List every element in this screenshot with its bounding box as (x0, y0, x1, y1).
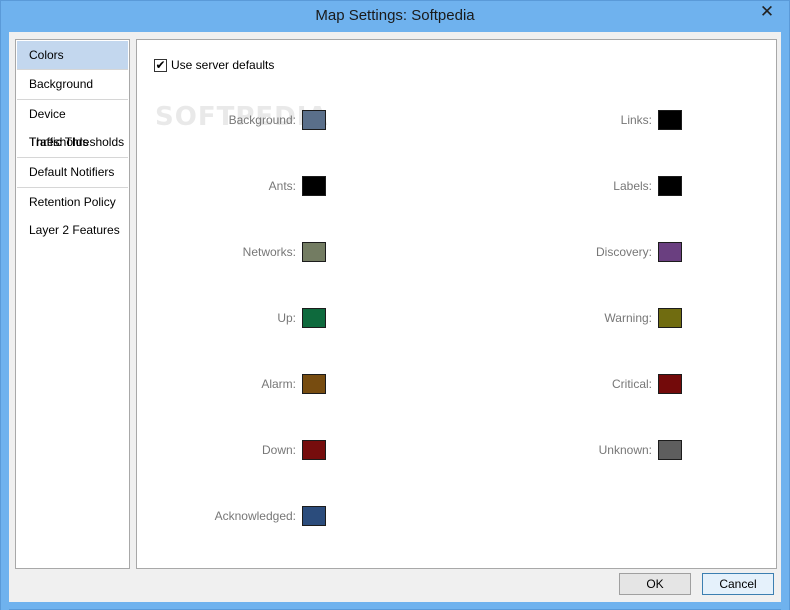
links-color-swatch[interactable] (658, 110, 682, 130)
sidebar-item-layer-2-features[interactable]: Layer 2 Features (17, 216, 128, 244)
close-icon[interactable]: ✕ (751, 1, 783, 23)
color-row-links: Links: (621, 110, 682, 130)
background-color-swatch[interactable] (302, 110, 326, 130)
networks-color-swatch[interactable] (302, 242, 326, 262)
color-label: Up: (277, 311, 296, 325)
window-title: Map Settings: Softpedia (315, 7, 475, 24)
sidebar-item-colors[interactable]: Colors (17, 41, 128, 69)
color-row-critical: Critical: (612, 374, 682, 394)
down-color-swatch[interactable] (302, 440, 326, 460)
sidebar-item-device-thresholds[interactable]: Device Thresholds (17, 100, 128, 149)
discovery-color-swatch[interactable] (658, 242, 682, 262)
checkbox-check-icon[interactable]: ✔ (154, 58, 167, 72)
settings-sidebar: Colors Background Device Thresholds Traf… (15, 39, 130, 569)
color-row-unknown: Unknown: (599, 440, 682, 460)
window-frame-bottom (1, 601, 789, 609)
ants-color-swatch[interactable] (302, 176, 326, 196)
color-label: Labels: (613, 179, 652, 193)
acknowledged-color-swatch[interactable] (302, 506, 326, 526)
warning-color-swatch[interactable] (658, 308, 682, 328)
color-row-networks: Networks: (243, 242, 326, 262)
sidebar-item-traffic-thresholds[interactable]: Traffic Thresholds (17, 128, 128, 156)
alarm-color-swatch[interactable] (302, 374, 326, 394)
window-frame-left (1, 32, 9, 610)
colors-panel: ✔ Use server defaults SOFTPEDIA Backgrou… (136, 39, 777, 569)
sidebar-item-retention-policy[interactable]: Retention Policy (17, 188, 128, 216)
dialog-body: Colors Background Device Thresholds Traf… (9, 32, 781, 602)
map-settings-window: Map Settings: Softpedia ✕ Colors Backgro… (0, 0, 790, 610)
title-bar[interactable]: Map Settings: Softpedia ✕ (1, 1, 789, 32)
color-label: Unknown: (598, 443, 652, 457)
sidebar-item-default-notifiers[interactable]: Default Notifiers (17, 158, 128, 186)
color-row-warning: Warning: (604, 308, 682, 328)
color-label: Discovery: (595, 245, 652, 259)
color-row-down: Down: (262, 440, 326, 460)
labels-color-swatch[interactable] (658, 176, 682, 196)
color-label: Warning: (604, 311, 652, 325)
color-row-ants: Ants: (269, 176, 326, 196)
critical-color-swatch[interactable] (658, 374, 682, 394)
color-label: Ants: (268, 179, 296, 193)
color-row-discovery: Discovery: (596, 242, 682, 262)
sidebar-item-background[interactable]: Background (17, 70, 128, 98)
color-label: Networks: (242, 245, 296, 259)
color-row-background: Background: (229, 110, 326, 130)
use-server-defaults-checkbox[interactable]: ✔ Use server defaults (154, 57, 274, 73)
color-label: Alarm: (261, 377, 296, 391)
color-label: Links: (620, 113, 652, 127)
ok-button[interactable]: OK (619, 573, 691, 595)
use-server-defaults-label: Use server defaults (171, 58, 275, 72)
color-label: Critical: (611, 377, 652, 391)
color-row-acknowledged: Acknowledged: (215, 506, 326, 526)
window-frame-right (781, 32, 789, 610)
color-row-up: Up: (277, 308, 326, 328)
color-label: Background: (228, 113, 296, 127)
color-row-labels: Labels: (613, 176, 682, 196)
color-row-alarm: Alarm: (261, 374, 326, 394)
cancel-button[interactable]: Cancel (702, 573, 774, 595)
color-label: Down: (261, 443, 296, 457)
up-color-swatch[interactable] (302, 308, 326, 328)
unknown-color-swatch[interactable] (658, 440, 682, 460)
color-label: Acknowledged: (214, 509, 296, 523)
